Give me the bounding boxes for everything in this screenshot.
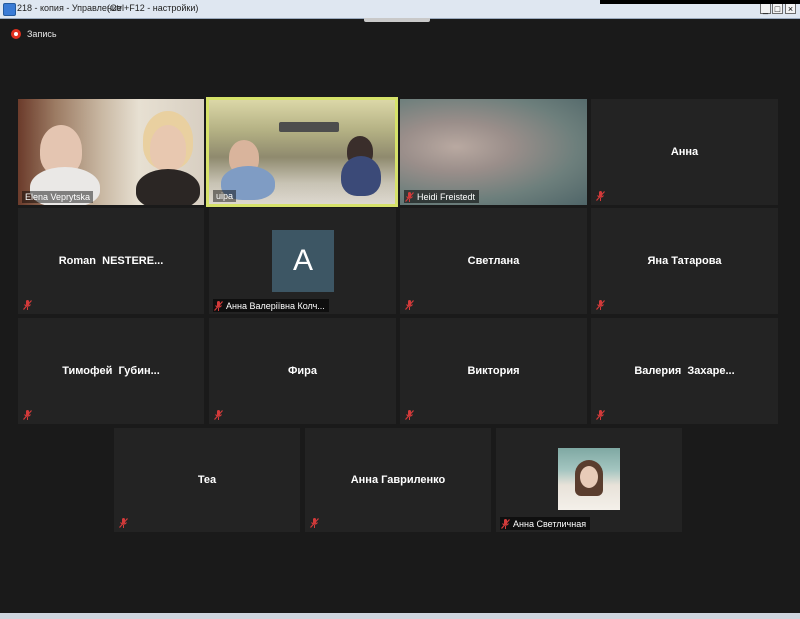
participant-tile[interactable]: Валерия Захаре... — [591, 318, 778, 424]
recording-label: Запись — [27, 29, 57, 39]
participant-name: Тимофей Губин... — [62, 365, 160, 377]
participant-tile-video[interactable]: Elena Veprytska — [18, 99, 204, 205]
participant-tile[interactable]: Анна Светличная — [496, 428, 682, 532]
participant-name: Светлана — [467, 255, 520, 267]
mic-muted-icon — [213, 410, 223, 420]
participant-body — [341, 156, 381, 196]
mic-muted-icon — [22, 410, 32, 420]
window-shortcut-hint: (Ctrl+F12 - настройки) — [107, 3, 199, 13]
participant-tile[interactable]: Анна Гавриленко — [305, 428, 491, 532]
participant-tile[interactable]: Виктория — [400, 318, 587, 424]
window-top-edge — [600, 0, 800, 4]
participant-name: uipa — [213, 190, 237, 202]
photo-face — [580, 466, 598, 488]
mic-muted-icon — [595, 191, 605, 201]
participant-tile[interactable]: A Анна Валеріївна Колч... — [209, 208, 396, 314]
taskbar-edge — [0, 613, 800, 619]
participant-name: Анна Гавриленко — [350, 474, 446, 486]
recording-indicator[interactable]: Запись — [11, 28, 57, 40]
mic-muted-icon — [595, 300, 605, 310]
mic-muted-icon — [213, 300, 223, 311]
participant-name: Фира — [288, 365, 317, 377]
participant-body — [136, 169, 200, 205]
participant-tile[interactable]: Roman NESTERE... — [18, 208, 204, 314]
participant-name: Анна Валеріївна Колч... — [226, 300, 325, 311]
participant-name: Tea — [197, 474, 217, 486]
participant-name: Анна Светличная — [513, 518, 587, 529]
close-button[interactable]: × — [785, 3, 796, 14]
participant-tile[interactable]: Светлана — [400, 208, 587, 314]
participant-avatar: A — [272, 230, 334, 292]
participant-tile[interactable]: Анна — [591, 99, 778, 205]
participant-tile[interactable]: Яна Татарова — [591, 208, 778, 314]
record-icon — [11, 29, 21, 39]
mic-muted-icon — [404, 410, 414, 420]
participant-tile[interactable]: Tea — [114, 428, 300, 532]
participant-name: Elena Veprytska — [22, 191, 94, 203]
participant-tile-video[interactable]: Heidi Freistedt — [400, 99, 587, 205]
toolbar-pull-tab[interactable] — [364, 18, 430, 22]
participant-face — [150, 125, 186, 171]
participant-label: Heidi Freistedt — [404, 190, 480, 203]
participant-name: Heidi Freistedt — [417, 191, 476, 202]
participant-tile-video-active[interactable]: uipa — [206, 97, 398, 207]
mic-muted-icon — [309, 518, 319, 528]
mic-muted-icon — [22, 300, 32, 310]
participant-name: Roman NESTERE... — [58, 255, 164, 267]
minimize-button[interactable]: _ — [760, 3, 771, 14]
mic-muted-icon — [118, 518, 128, 528]
mic-muted-icon — [595, 410, 605, 420]
participant-name: Виктория — [467, 365, 520, 377]
monitors — [279, 122, 339, 132]
mic-muted-icon — [500, 518, 510, 529]
mic-muted-icon — [404, 300, 414, 310]
app-icon — [3, 3, 16, 16]
participant-tile[interactable]: Тимофей Губин... — [18, 318, 204, 424]
participant-name: Анна — [670, 146, 699, 158]
participant-tile[interactable]: Фира — [209, 318, 396, 424]
participant-label: Анна Светличная — [500, 517, 591, 530]
maximize-button[interactable]: □ — [772, 3, 783, 14]
participant-name: Яна Татарова — [647, 255, 722, 267]
mic-muted-icon — [404, 191, 414, 202]
participant-profile-photo — [558, 448, 620, 510]
participant-name: Валерия Захаре... — [634, 365, 735, 377]
participant-label: Анна Валеріївна Колч... — [213, 299, 329, 312]
